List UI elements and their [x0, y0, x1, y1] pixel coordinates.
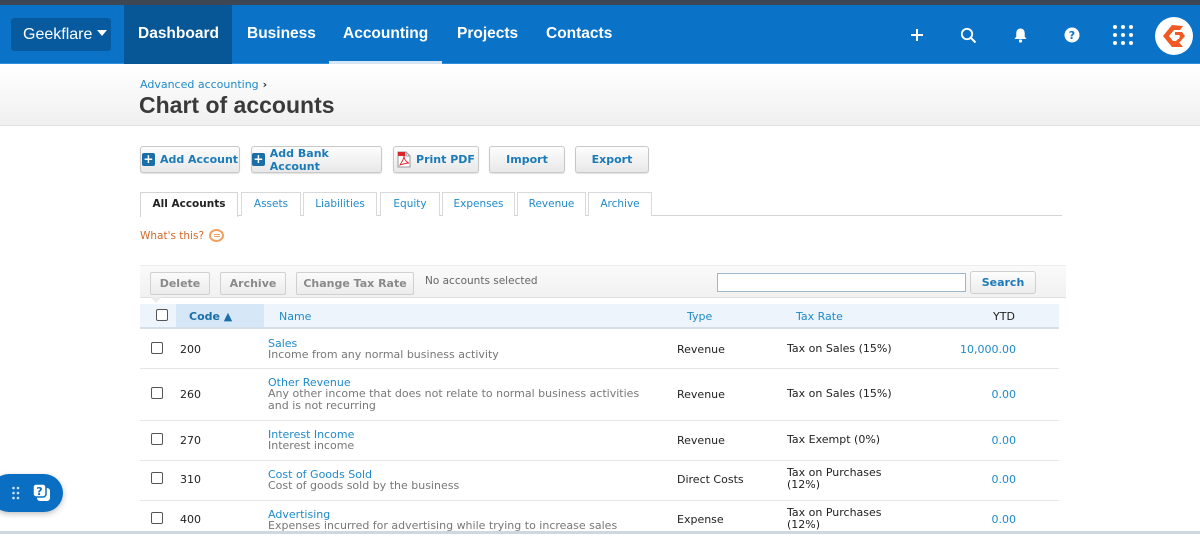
search-input[interactable] [717, 273, 966, 292]
account-code: 260 [180, 388, 201, 401]
account-description: Any other income that does not relate to… [268, 387, 640, 412]
column-header-type[interactable]: Type [687, 310, 712, 323]
plus-square-icon: + [141, 152, 155, 166]
tab-all-accounts[interactable]: All Accounts [140, 192, 238, 217]
account-ytd-link[interactable]: 0.00 [992, 434, 1017, 447]
account-tax-rate: Tax on Sales (15%) [787, 387, 892, 400]
whats-this-link[interactable]: What's this? [140, 229, 225, 242]
tab-archive[interactable]: Archive [588, 192, 652, 216]
top-navigation: Geekflare Dashboard Business Accounting … [0, 5, 1200, 64]
org-name: Geekflare [23, 26, 93, 43]
plus-square-icon: + [252, 152, 265, 166]
tab-revenue[interactable]: Revenue [517, 192, 586, 216]
chevron-down-icon [97, 30, 108, 36]
apps-grid-icon[interactable] [1111, 23, 1135, 47]
account-code: 200 [180, 343, 201, 356]
select-all-checkbox[interactable] [156, 309, 168, 321]
page-title: Chart of accounts [139, 92, 335, 118]
add-account-button[interactable]: + Add Account [140, 146, 240, 173]
column-header-tax-rate[interactable]: Tax Rate [796, 310, 843, 323]
change-tax-rate-button[interactable]: Change Tax Rate [296, 272, 414, 295]
tab-equity[interactable]: Equity [380, 192, 440, 216]
add-bank-account-label: Add Bank Account [269, 146, 329, 173]
svg-text:?: ? [1069, 29, 1075, 42]
column-header-code[interactable]: Code ▲ [189, 310, 232, 323]
row-checkbox[interactable] [151, 512, 163, 524]
breadcrumb-link[interactable]: Advanced accounting [140, 78, 259, 91]
column-header-name[interactable]: Name [279, 310, 311, 323]
account-ytd-link[interactable]: 0.00 [992, 513, 1017, 526]
help-widget[interactable]: ? [0, 474, 63, 512]
account-tax-rate: Tax on Purchases (12%) [787, 506, 882, 531]
table-row[interactable]: 270 Interest Income Interest income Reve… [140, 421, 1059, 461]
account-code: 310 [180, 473, 201, 486]
row-checkbox[interactable] [151, 472, 163, 484]
account-type: Revenue [677, 388, 725, 401]
row-checkbox[interactable] [151, 433, 163, 445]
account-type: Revenue [677, 434, 725, 447]
plus-icon[interactable] [905, 23, 929, 47]
account-tabs: All Accounts Assets Liabilities Equity E… [140, 192, 1062, 217]
search-button[interactable]: Search [970, 271, 1036, 294]
active-indicator [329, 61, 443, 64]
chat-bubble-icon [209, 229, 225, 242]
help-icon[interactable]: ? [1060, 23, 1084, 47]
account-type: Revenue [677, 343, 725, 356]
row-checkbox[interactable] [151, 342, 163, 354]
pdf-icon [397, 151, 411, 168]
nav-projects[interactable]: Projects [443, 5, 532, 64]
account-ytd-link[interactable]: 10,000.00 [960, 343, 1016, 356]
toolbar-pointer [150, 297, 162, 303]
print-pdf-label: Print PDF [416, 153, 475, 166]
bell-icon[interactable] [1008, 23, 1032, 47]
search-icon[interactable] [956, 23, 980, 47]
geekflare-logo-icon [1163, 25, 1185, 47]
help-chat-icon: ? [32, 483, 50, 501]
account-description: Income from any normal business activity [268, 348, 499, 361]
tab-expenses[interactable]: Expenses [442, 192, 515, 216]
table-row[interactable]: 260 Other Revenue Any other income that … [140, 369, 1059, 421]
svg-text:?: ? [36, 485, 42, 498]
import-button[interactable]: Import [489, 146, 565, 173]
nav-contacts[interactable]: Contacts [532, 5, 626, 64]
selection-status: No accounts selected [425, 275, 538, 287]
bulk-actions-toolbar: Delete Archive Change Tax Rate No accoun… [140, 265, 1066, 298]
table-header: Code ▲ Name Type Tax Rate YTD [140, 304, 1059, 329]
tab-assets[interactable]: Assets [241, 192, 301, 216]
column-header-ytd[interactable]: YTD [993, 310, 1015, 323]
avatar[interactable] [1155, 17, 1193, 55]
account-code: 270 [180, 434, 201, 447]
table-row[interactable]: 400 Advertising Expenses incurred for ad… [140, 501, 1059, 541]
add-account-label: Add Account [159, 153, 239, 166]
account-tax-rate: Tax Exempt (0%) [787, 433, 881, 446]
nav-dashboard[interactable]: Dashboard [124, 5, 232, 64]
table-row[interactable]: 200 Sales Income from any normal busines… [140, 330, 1059, 369]
account-description: Interest income [268, 439, 355, 452]
whats-this-label: What's this? [140, 229, 205, 242]
org-switcher[interactable]: Geekflare [11, 18, 111, 51]
table-row[interactable]: 310 Cost of Goods Sold Cost of goods sol… [140, 461, 1059, 501]
account-type: Direct Costs [677, 473, 744, 486]
tab-liabilities[interactable]: Liabilities [303, 192, 377, 216]
breadcrumb-separator: › [262, 78, 268, 91]
nav-accounting[interactable]: Accounting [329, 5, 443, 64]
account-code: 400 [180, 513, 201, 526]
delete-button[interactable]: Delete [150, 272, 210, 295]
export-button[interactable]: Export [575, 146, 649, 173]
account-tax-rate: Tax on Purchases (12%) [787, 466, 882, 491]
account-ytd-link[interactable]: 0.00 [992, 388, 1017, 401]
account-description: Cost of goods sold by the business [268, 479, 460, 492]
account-ytd-link[interactable]: 0.00 [992, 473, 1017, 486]
account-tax-rate: Tax on Sales (15%) [787, 342, 892, 355]
add-bank-account-button[interactable]: + Add Bank Account [251, 146, 382, 173]
breadcrumb: Advanced accounting › [140, 78, 267, 91]
nav-accounting-label: Accounting [343, 25, 429, 42]
print-pdf-button[interactable]: Print PDF [393, 146, 479, 173]
nav-business[interactable]: Business [233, 5, 330, 64]
drag-handle-icon[interactable] [12, 486, 20, 500]
row-checkbox[interactable] [151, 387, 163, 399]
account-type: Expense [677, 513, 724, 526]
archive-button[interactable]: Archive [220, 272, 286, 295]
